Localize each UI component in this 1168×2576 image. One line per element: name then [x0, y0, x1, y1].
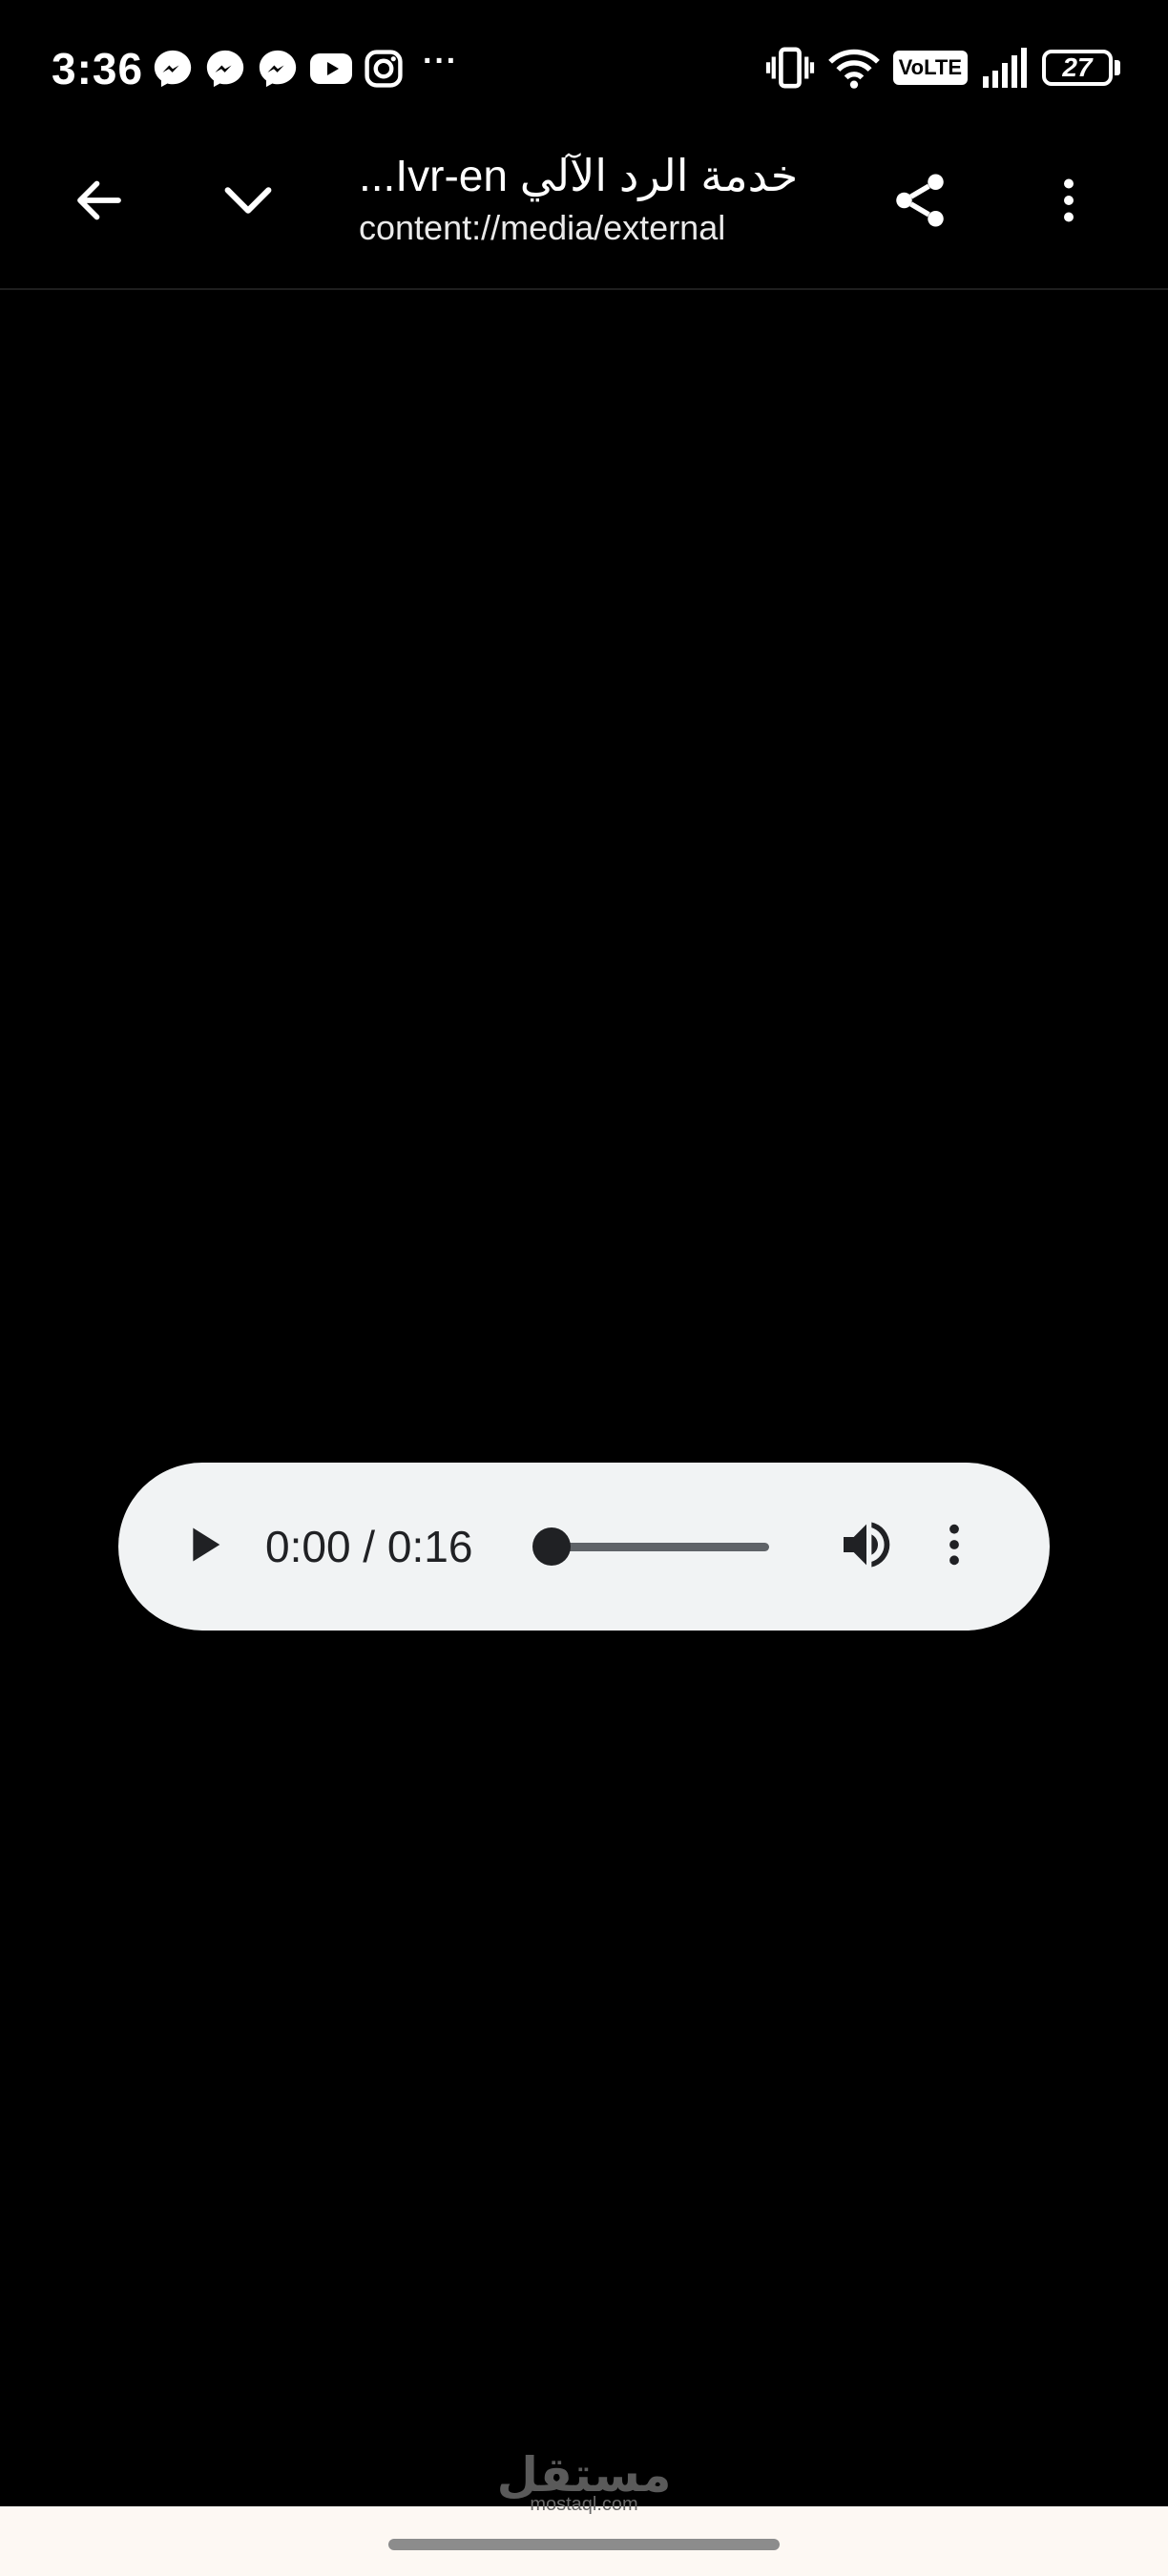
arrow-back-icon — [71, 172, 128, 234]
more-vertical-icon — [1040, 172, 1097, 234]
battery-percent: 27 — [1062, 52, 1093, 82]
more-vertical-icon — [928, 1518, 981, 1576]
volume-icon — [836, 1514, 897, 1580]
page-title: خدمة الرد الآلي Ivr-en... — [359, 151, 799, 200]
battery-icon: 27 — [1042, 50, 1120, 86]
messenger-icon — [203, 47, 247, 91]
wifi-icon — [827, 46, 880, 90]
chevron-down-icon — [218, 170, 279, 236]
seek-slider[interactable] — [532, 1527, 769, 1566]
player-menu-button[interactable] — [926, 1510, 983, 1583]
share-icon — [888, 169, 951, 237]
watermark-url: mostaql.com — [530, 2494, 638, 2515]
more-options-button[interactable] — [1023, 156, 1115, 248]
instagram-icon — [363, 48, 405, 90]
back-button[interactable] — [53, 156, 145, 248]
navigation-bar — [0, 2506, 1168, 2576]
app-bar: خدمة الرد الآلي Ivr-en... content://medi… — [0, 134, 1168, 290]
page-subtitle: content://media/external — [359, 208, 726, 247]
notification-icons: ··· — [151, 42, 458, 92]
title-block: خدمة الرد الآلي Ivr-en... content://medi… — [359, 147, 855, 252]
audio-player: 0:00 / 0:16 — [118, 1463, 1050, 1631]
status-clock: 3:36 — [52, 44, 144, 93]
youtube-icon — [308, 50, 354, 88]
vibrate-icon — [765, 46, 815, 90]
collapse-button[interactable] — [202, 156, 294, 248]
play-icon — [177, 1518, 231, 1576]
system-icons: VoLTE 27 — [765, 44, 1120, 92]
watermark: مستقل mostaql.com — [0, 2448, 1168, 2515]
seek-thumb[interactable] — [532, 1527, 571, 1566]
messenger-icon — [151, 47, 195, 91]
play-button[interactable] — [166, 1508, 242, 1585]
messenger-icon — [256, 47, 300, 91]
volte-badge: VoLTE — [892, 51, 968, 85]
signal-icon — [981, 48, 1029, 88]
gesture-handle[interactable] — [388, 2539, 780, 2550]
time-display: 0:00 / 0:16 — [265, 1522, 473, 1571]
volume-button[interactable] — [830, 1510, 903, 1583]
status-bar: 3:36 ··· VoLTE 27 — [0, 0, 1168, 134]
more-notifications-indicator: ··· — [423, 42, 458, 79]
share-button[interactable] — [874, 156, 966, 248]
